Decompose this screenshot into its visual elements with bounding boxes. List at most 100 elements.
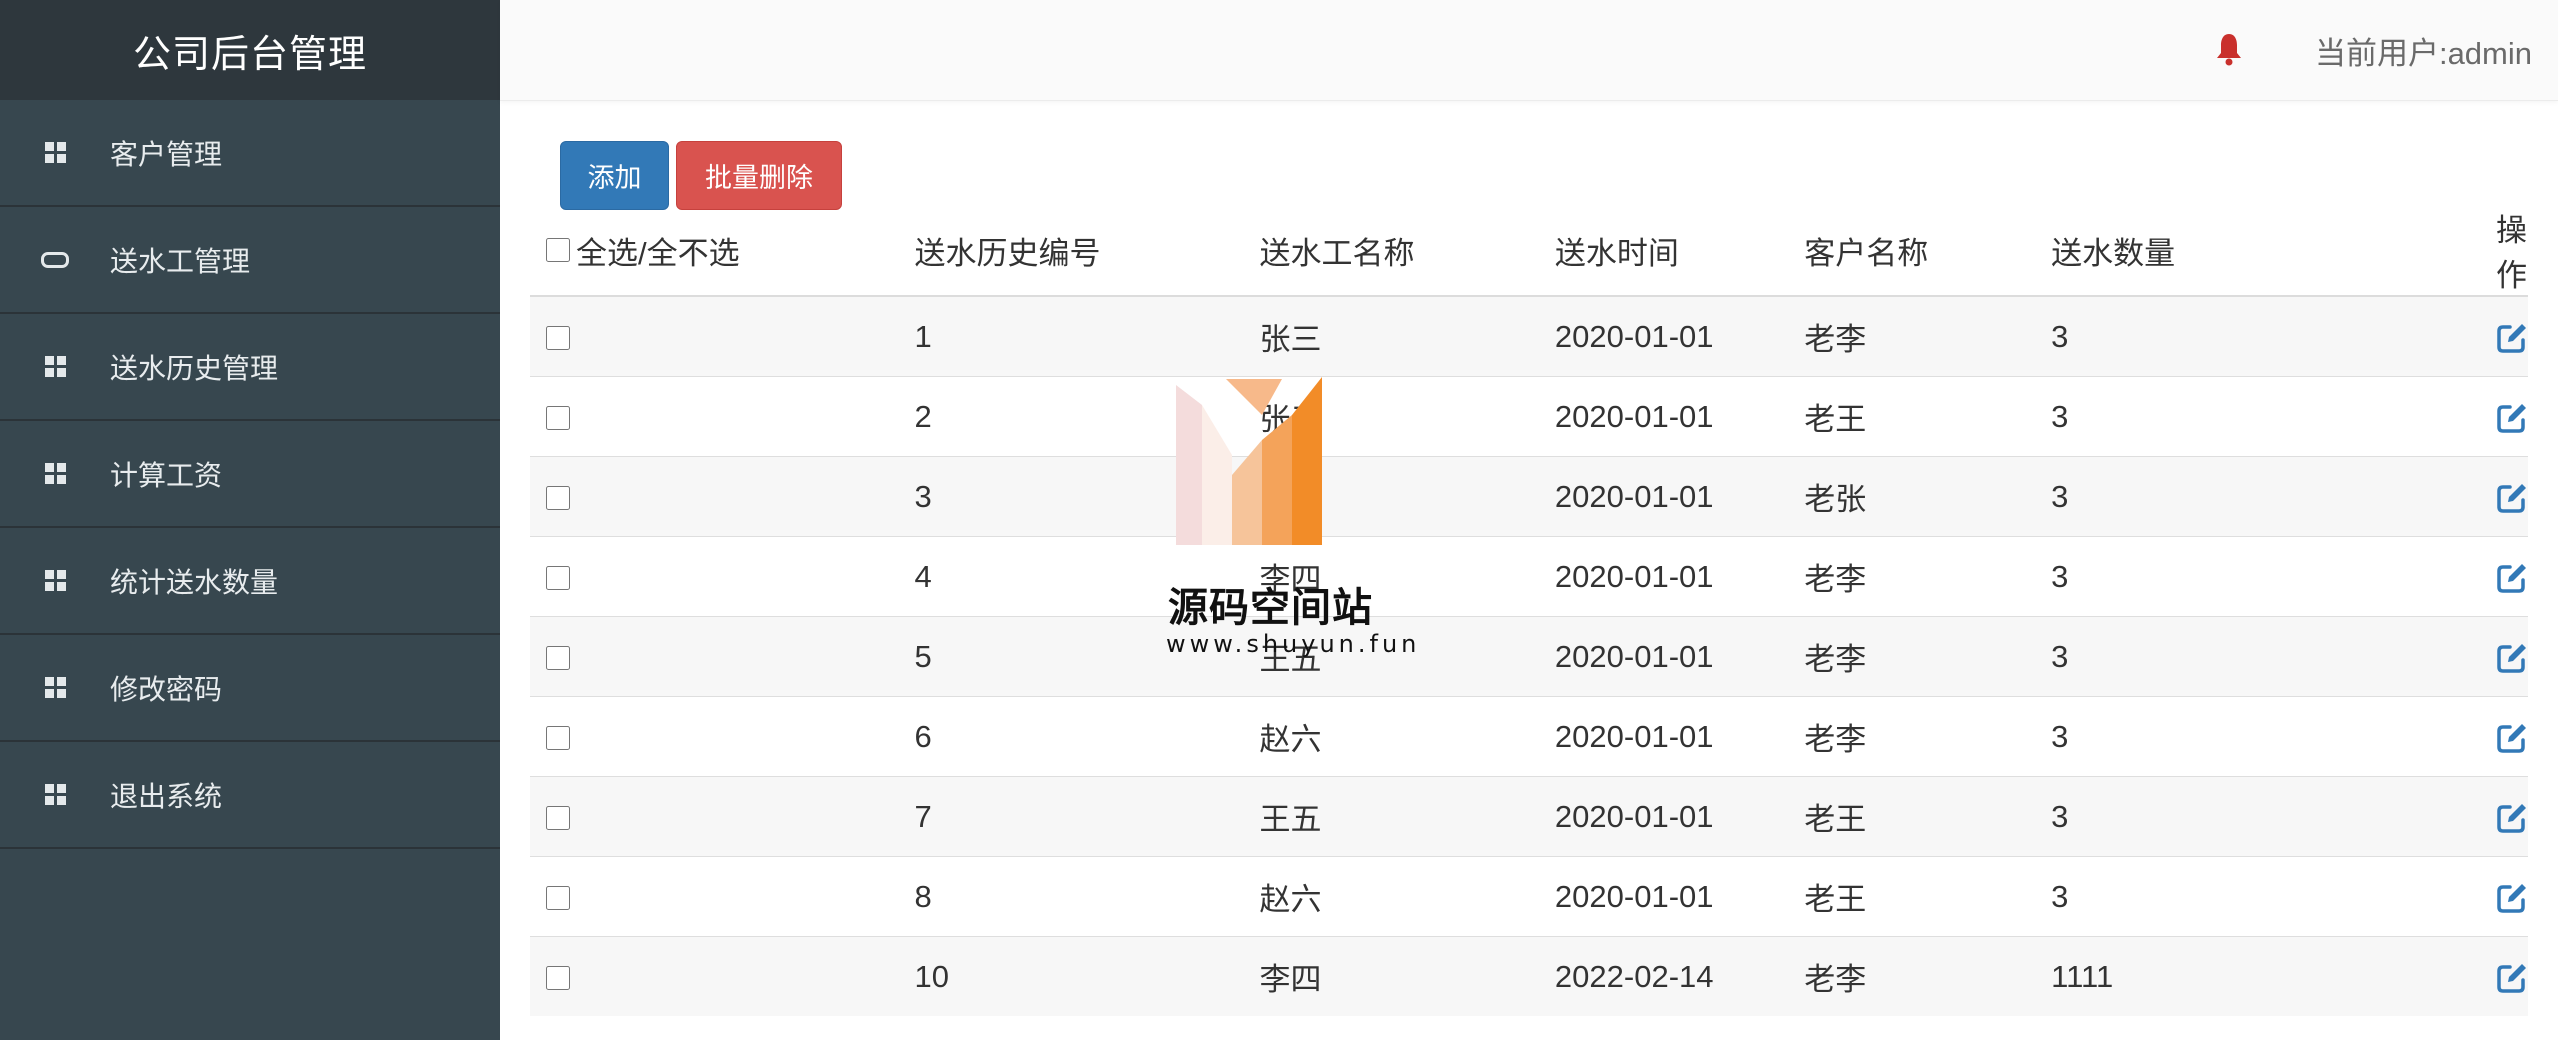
customer-name-cell: 老张 — [1788, 456, 2036, 537]
quantity-cell: 3 — [2035, 696, 2480, 777]
sidebar-item-label: 修改密码 — [110, 672, 223, 706]
quantity-cell: 3 — [2035, 376, 2480, 457]
worker-name-cell: 李四 — [1243, 536, 1539, 617]
row-select-cell — [530, 616, 899, 697]
top-bar: 当前用户:admin — [500, 0, 2558, 101]
grid-icon — [0, 677, 110, 698]
actions-cell — [2480, 376, 2528, 457]
sidebar-item-label: 送水历史管理 — [110, 351, 279, 385]
row-select-cell — [530, 456, 899, 537]
customer-name-cell: 老李 — [1788, 536, 2036, 617]
delivery-time-cell: 2020-01-01 — [1538, 536, 1789, 617]
delivery-time-cell: 2020-01-01 — [1538, 696, 1789, 777]
row-checkbox[interactable] — [546, 806, 570, 831]
delivery-time-cell: 2020-01-01 — [1538, 776, 1789, 857]
select-all-checkbox[interactable] — [546, 238, 570, 262]
row-checkbox[interactable] — [546, 966, 570, 991]
worker-name-cell: 李四 — [1243, 936, 1539, 1016]
customer-name-cell: 老王 — [1788, 776, 2036, 857]
edit-icon[interactable] — [2496, 962, 2528, 994]
row-checkbox[interactable] — [546, 486, 570, 511]
row-checkbox[interactable] — [546, 646, 570, 671]
link-icon — [0, 251, 110, 268]
edit-icon[interactable] — [2496, 322, 2528, 354]
sidebar-item-label: 统计送水数量 — [110, 565, 279, 599]
worker-name-cell: 王五 — [1243, 776, 1539, 857]
sidebar-item-0[interactable]: 客户管理 — [0, 100, 500, 207]
actions-cell — [2480, 295, 2528, 377]
row-select-cell — [530, 696, 899, 777]
column-header-quantity: 送水数量 — [2035, 205, 2480, 297]
column-header-worker: 送水工名称 — [1243, 205, 1539, 297]
history-id-cell: 7 — [898, 776, 1244, 857]
sidebar-item-3[interactable]: 计算工资 — [0, 421, 500, 528]
water-history-table: 全选/全不选 送水历史编号 送水工名称 送水时间 客户名称 送水数量 操作 1张… — [530, 205, 2528, 1016]
actions-cell — [2480, 616, 2528, 697]
customer-name-cell: 老王 — [1788, 376, 2036, 457]
edit-icon[interactable] — [2496, 882, 2528, 914]
select-all-header: 全选/全不选 — [530, 205, 899, 297]
actions-cell — [2480, 936, 2528, 1016]
sidebar-item-label: 退出系统 — [110, 779, 223, 813]
row-select-cell — [530, 936, 899, 1016]
table-row: 5 王五 2020-01-01 老李 3 — [530, 616, 2528, 697]
row-checkbox[interactable] — [546, 566, 570, 591]
delivery-time-cell: 2022-02-14 — [1538, 936, 1789, 1016]
history-id-cell: 8 — [898, 856, 1244, 937]
quantity-cell: 3 — [2035, 456, 2480, 537]
edit-icon[interactable] — [2496, 802, 2528, 834]
row-checkbox[interactable] — [546, 326, 570, 351]
delivery-time-cell: 2020-01-01 — [1538, 376, 1789, 457]
sidebar-item-1[interactable]: 送水工管理 — [0, 207, 500, 314]
table-row: 10 李四 2022-02-14 老李 1111 — [530, 936, 2528, 1016]
row-select-cell — [530, 856, 899, 937]
history-id-cell: 6 — [898, 696, 1244, 777]
worker-name-cell: 张三 — [1243, 295, 1539, 377]
grid-icon — [0, 356, 110, 377]
customer-name-cell: 老王 — [1788, 856, 2036, 937]
sidebar-item-5[interactable]: 修改密码 — [0, 635, 500, 742]
add-button[interactable]: 添加 — [560, 141, 669, 210]
history-id-cell: 1 — [898, 295, 1244, 377]
edit-icon[interactable] — [2496, 642, 2528, 674]
grid-icon — [0, 570, 110, 591]
batch-delete-button[interactable]: 批量删除 — [676, 141, 842, 210]
delivery-time-cell: 2020-01-01 — [1538, 456, 1789, 537]
history-id-cell: 5 — [898, 616, 1244, 697]
grid-icon — [0, 784, 110, 805]
delivery-time-cell: 2020-01-01 — [1538, 856, 1789, 937]
actions-cell — [2480, 456, 2528, 537]
quantity-cell: 3 — [2035, 295, 2480, 377]
row-checkbox[interactable] — [546, 726, 570, 751]
grid-icon — [0, 463, 110, 484]
bell-icon[interactable] — [2216, 32, 2242, 66]
edit-icon[interactable] — [2496, 562, 2528, 594]
table-row: 1 张三 2020-01-01 老李 3 — [530, 295, 2528, 377]
actions-cell — [2480, 536, 2528, 617]
sidebar-item-2[interactable]: 送水历史管理 — [0, 314, 500, 421]
quantity-cell: 3 — [2035, 536, 2480, 617]
edit-icon[interactable] — [2496, 402, 2528, 434]
worker-name-cell: 张三 — [1243, 376, 1539, 457]
row-checkbox[interactable] — [546, 886, 570, 911]
quantity-cell: 3 — [2035, 616, 2480, 697]
edit-icon[interactable] — [2496, 482, 2528, 514]
table-row: 4 李四 2020-01-01 老李 3 — [530, 536, 2528, 617]
actions-cell — [2480, 696, 2528, 777]
worker-name-cell: 张三 — [1243, 456, 1539, 537]
sidebar-item-6[interactable]: 退出系统 — [0, 742, 500, 849]
row-checkbox[interactable] — [546, 406, 570, 431]
column-header-time: 送水时间 — [1538, 205, 1789, 297]
table-row: 7 王五 2020-01-01 老王 3 — [530, 776, 2528, 857]
customer-name-cell: 老李 — [1788, 936, 2036, 1016]
customer-name-cell: 老李 — [1788, 696, 2036, 777]
edit-icon[interactable] — [2496, 722, 2528, 754]
sidebar-item-4[interactable]: 统计送水数量 — [0, 528, 500, 635]
column-header-id: 送水历史编号 — [898, 205, 1244, 297]
select-all-label: 全选/全不选 — [576, 235, 740, 271]
table-row: 2 张三 2020-01-01 老王 3 — [530, 376, 2528, 457]
worker-name-cell: 赵六 — [1243, 856, 1539, 937]
row-select-cell — [530, 776, 899, 857]
history-id-cell: 10 — [898, 936, 1244, 1016]
history-id-cell: 3 — [898, 456, 1244, 537]
